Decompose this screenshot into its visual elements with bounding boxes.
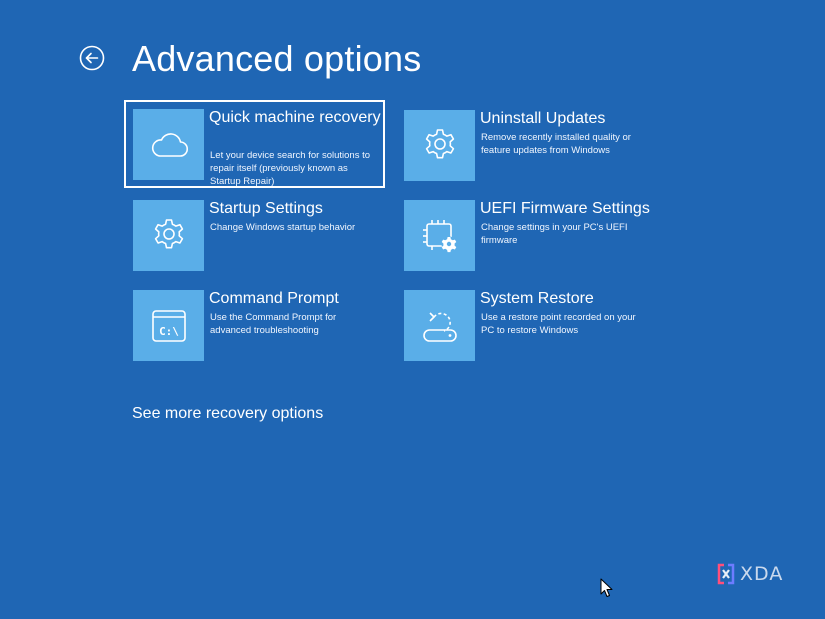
back-button[interactable]	[79, 45, 105, 71]
tile-icon-box	[404, 110, 475, 181]
tile-uninstall-updates[interactable]: Uninstall Updates Remove recently instal…	[397, 103, 649, 181]
tile-quick-machine-recovery[interactable]: Quick machine recovery Let your device s…	[124, 100, 385, 188]
tile-description: Let your device search for solutions to …	[210, 150, 371, 187]
chip-gear-icon	[422, 219, 456, 252]
watermark-text: XDA	[740, 563, 784, 585]
watermark: XDA	[716, 563, 783, 585]
command-prompt-icon-text: C:\	[159, 325, 179, 338]
gear-icon	[425, 128, 454, 158]
tile-description: Change settings in your PC's UEFI firmwa…	[481, 222, 628, 246]
tile-title: System Restore	[480, 290, 594, 307]
tile-icon-box	[404, 200, 475, 271]
tile-icon-box	[133, 109, 204, 180]
tile-description: Remove recently installed quality or fea…	[481, 132, 631, 156]
gear-icon	[154, 218, 183, 248]
cloud-icon	[151, 132, 188, 157]
tile-uefi-firmware-settings[interactable]: UEFI Firmware Settings Change settings i…	[397, 193, 650, 271]
xda-logo-icon	[717, 563, 735, 585]
tile-description: Change Windows startup behavior	[210, 222, 356, 233]
mouse-pointer-icon	[600, 578, 614, 598]
see-more-recovery-options-link[interactable]: See more recovery options	[132, 404, 323, 423]
command-prompt-icon: C:\	[151, 309, 186, 342]
tile-title: Quick machine recovery	[209, 109, 381, 126]
tile-icon-box	[133, 200, 204, 271]
tile-title: Command Prompt	[209, 290, 339, 307]
tile-title: Startup Settings	[209, 200, 323, 217]
tile-title: UEFI Firmware Settings	[480, 200, 650, 217]
tile-title: Uninstall Updates	[480, 110, 606, 127]
tile-startup-settings[interactable]: Startup Settings Change Windows startup …	[126, 193, 378, 271]
tile-system-restore[interactable]: System Restore Use a restore point recor…	[397, 283, 649, 361]
tile-description: Use the Command Prompt for advanced trou…	[210, 312, 337, 336]
tile-icon-box: C:\	[133, 290, 204, 361]
tile-icon-box	[404, 290, 475, 361]
back-arrow-icon	[79, 45, 105, 71]
page-title: Advanced options	[132, 38, 422, 79]
tile-command-prompt[interactable]: C:\ Command Prompt Use the Command Promp…	[126, 283, 378, 361]
tile-description: Use a restore point recorded on your PC …	[481, 312, 636, 336]
restore-icon	[422, 311, 457, 342]
